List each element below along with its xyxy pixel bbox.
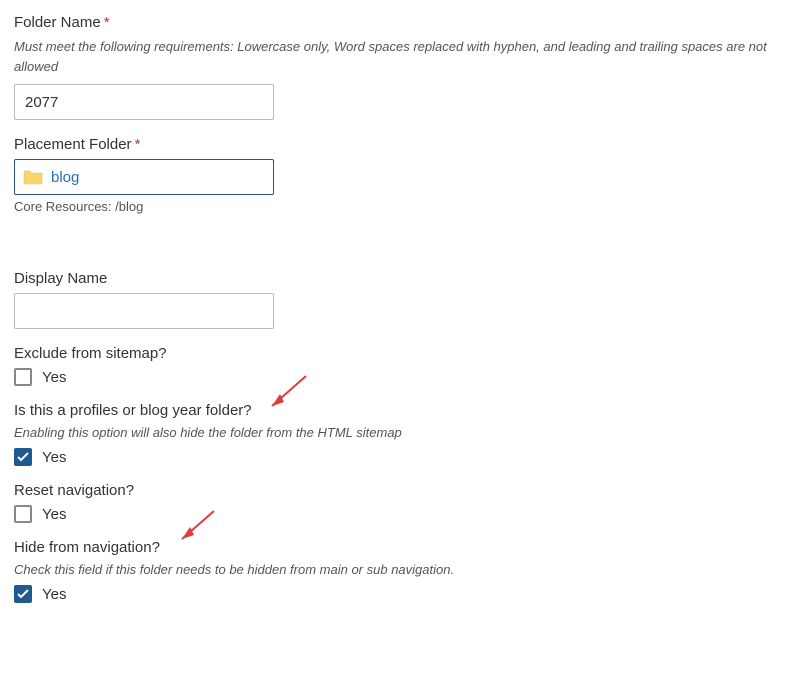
- hide-from-navigation-help: Check this field if this folder needs to…: [14, 562, 786, 577]
- placement-folder-path: Core Resources: /blog: [14, 199, 786, 214]
- folder-name-label: Folder Name*: [14, 14, 786, 31]
- placement-folder-label: Placement Folder*: [14, 136, 786, 153]
- hide-from-navigation-field: Hide from navigation? Check this field i…: [14, 539, 786, 603]
- reset-navigation-checkbox[interactable]: [14, 505, 32, 523]
- placement-folder-label-text: Placement Folder: [14, 136, 132, 153]
- profiles-blog-year-help: Enabling this option will also hide the …: [14, 425, 786, 440]
- exclude-sitemap-label: Exclude from sitemap?: [14, 345, 786, 362]
- placement-folder-field: Placement Folder* blog Core Resources: /…: [14, 136, 786, 214]
- folder-icon: [23, 169, 43, 185]
- exclude-sitemap-field: Exclude from sitemap? Yes: [14, 345, 786, 386]
- display-name-field: Display Name: [14, 270, 786, 329]
- required-indicator: *: [104, 14, 110, 31]
- placement-folder-picker[interactable]: blog: [14, 159, 274, 195]
- folder-name-field: Folder Name* Must meet the following req…: [14, 14, 786, 120]
- folder-name-input[interactable]: [14, 84, 274, 120]
- profiles-blog-year-field: Is this a profiles or blog year folder? …: [14, 402, 786, 466]
- reset-navigation-option-label: Yes: [42, 506, 66, 523]
- folder-name-help: Must meet the following requirements: Lo…: [14, 37, 786, 76]
- hide-from-navigation-checkbox[interactable]: [14, 585, 32, 603]
- folder-name-label-text: Folder Name: [14, 14, 101, 31]
- placement-folder-value: blog: [51, 169, 79, 186]
- display-name-input[interactable]: [14, 293, 274, 329]
- hide-from-navigation-label: Hide from navigation?: [14, 539, 786, 556]
- hide-from-navigation-option-label: Yes: [42, 586, 66, 603]
- exclude-sitemap-checkbox[interactable]: [14, 368, 32, 386]
- reset-navigation-label: Reset navigation?: [14, 482, 786, 499]
- profiles-blog-year-checkbox[interactable]: [14, 448, 32, 466]
- reset-navigation-field: Reset navigation? Yes: [14, 482, 786, 523]
- profiles-blog-year-label: Is this a profiles or blog year folder?: [14, 402, 786, 419]
- required-indicator: *: [135, 136, 141, 153]
- exclude-sitemap-option-label: Yes: [42, 369, 66, 386]
- profiles-blog-year-option-label: Yes: [42, 449, 66, 466]
- display-name-label: Display Name: [14, 270, 786, 287]
